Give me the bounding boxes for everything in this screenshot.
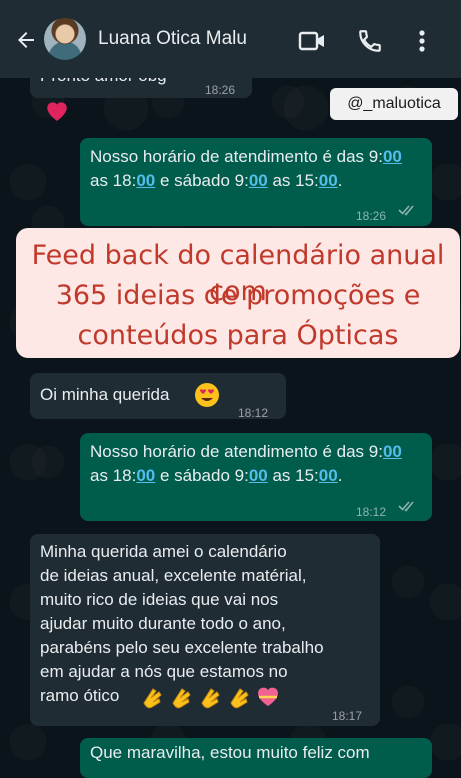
text-segment: e sábado 9:: [155, 466, 249, 485]
message-time: 18:12: [238, 406, 269, 420]
promo-banner-overlay: Feed back do calendário anual com 365 id…: [16, 228, 460, 358]
clapping-hands-emoji-icon: [201, 688, 220, 709]
heart-emoji-icon: [47, 102, 67, 121]
text-segment: as 18:: [90, 171, 137, 190]
time-link[interactable]: 00: [249, 171, 268, 190]
incoming-message[interactable]: Minha querida amei o calendário de ideia…: [30, 534, 380, 726]
heart-eyes-emoji-icon: [195, 383, 219, 407]
incoming-message[interactable]: Oi minha querida 18:12: [30, 373, 286, 420]
text-segment: e sábado 9:: [155, 171, 249, 190]
message-time: 18:26: [205, 83, 236, 97]
message-text: Que maravilha, estou muito feliz com: [90, 743, 370, 762]
time-link[interactable]: 00: [136, 171, 155, 190]
time-link[interactable]: 00: [383, 147, 402, 166]
clapping-hands-emoji-icon: [172, 688, 191, 709]
time-link[interactable]: 00: [319, 466, 338, 485]
read-receipt-icon: [398, 501, 414, 512]
outgoing-message[interactable]: Nosso horário de atendimento é das 9:00 …: [80, 138, 432, 226]
time-link[interactable]: 00: [136, 466, 155, 485]
clapping-hands-emoji-icon: [230, 688, 249, 709]
heart-with-ribbon-emoji-icon: [258, 687, 278, 706]
banner-line: conteúdos para Ópticas: [77, 320, 399, 351]
text-segment: as 18:: [90, 466, 137, 485]
outgoing-message[interactable]: Que maravilha, estou muito feliz com: [80, 738, 432, 778]
phone-call-icon[interactable]: [357, 28, 383, 54]
back-arrow-icon[interactable]: [14, 28, 38, 52]
video-call-icon[interactable]: [298, 30, 326, 52]
contact-name[interactable]: Luana Otica Malu: [98, 28, 247, 50]
time-link[interactable]: 00: [383, 442, 402, 461]
time-link[interactable]: 00: [249, 466, 268, 485]
message-text: Oi minha querida: [40, 383, 169, 407]
avatar[interactable]: [44, 18, 86, 60]
more-options-icon[interactable]: [412, 28, 432, 54]
text-segment: Nosso horário de atendimento é das 9:: [90, 147, 383, 166]
outgoing-message[interactable]: Nosso horário de atendimento é das 9:00 …: [80, 433, 432, 521]
chat-header: Luana Otica Malu: [0, 0, 461, 78]
emoji-row: [139, 683, 299, 709]
text-segment: .: [337, 171, 343, 190]
message-text: Nosso horário de atendimento é das 9:00 …: [90, 440, 415, 488]
text-segment: .: [337, 466, 343, 485]
time-link[interactable]: 00: [319, 171, 338, 190]
message-time: 18:12: [356, 505, 387, 519]
message-text: Nosso horário de atendimento é das 9:00 …: [90, 145, 415, 193]
text-segment: Oi minha querida: [40, 385, 170, 404]
text-segment: Nosso horário de atendimento é das 9:: [90, 442, 383, 461]
message-time: 18:26: [356, 209, 387, 223]
clapping-hands-emoji-icon: [143, 688, 162, 709]
message-time: 18:17: [332, 709, 363, 723]
text-segment: as 15:: [267, 466, 319, 485]
read-receipt-icon: [398, 205, 414, 216]
handle-text: @_maluotica: [347, 95, 441, 112]
banner-line: 365 ideias de promoções e: [55, 280, 421, 311]
instagram-handle-overlay: @_maluotica: [330, 88, 458, 120]
text-segment: as 15:: [267, 171, 319, 190]
